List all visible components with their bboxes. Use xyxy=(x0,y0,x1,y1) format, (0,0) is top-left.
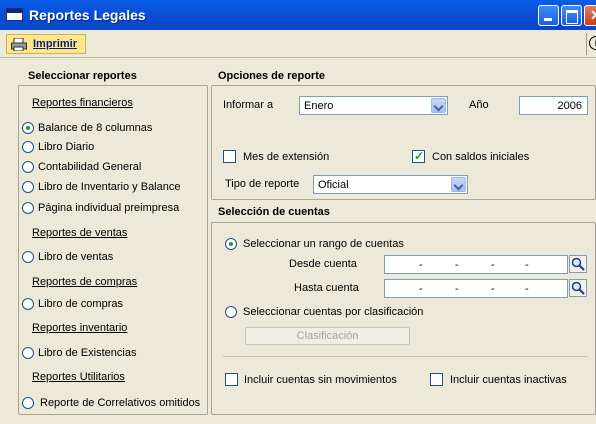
account-classification-label[interactable]: Seleccionar cuentas por clasificación xyxy=(243,306,423,318)
window-app-icon xyxy=(6,8,23,21)
mes-extension-label[interactable]: Mes de extensión xyxy=(243,151,329,163)
to-account-lookup-button[interactable] xyxy=(569,279,587,297)
magnifier-icon xyxy=(571,257,585,271)
radio-libro-diario[interactable] xyxy=(22,141,34,153)
mask-dash: - xyxy=(525,283,529,295)
radio-libro-ventas[interactable] xyxy=(22,251,34,263)
magnifier-icon xyxy=(571,281,585,295)
print-button[interactable]: Imprimir xyxy=(6,34,86,54)
radio-account-classification[interactable] xyxy=(225,306,237,318)
category-sales: Reportes de ventas xyxy=(32,227,128,239)
option-libro-compras[interactable]: Libro de compras xyxy=(38,298,123,310)
option-libro-inventario[interactable]: Libro de Inventario y Balance xyxy=(38,181,180,193)
mask-dash: - xyxy=(525,259,529,271)
option-contabilidad-general[interactable]: Contabilidad General xyxy=(38,161,141,173)
option-libro-diario[interactable]: Libro Diario xyxy=(38,141,94,153)
toolbar: Imprimir i xyxy=(0,30,596,58)
checkbox-saldos-iniciales[interactable] xyxy=(412,149,425,163)
cuentas-inactivas-label[interactable]: Incluir cuentas inactivas xyxy=(450,374,567,386)
radio-account-range[interactable] xyxy=(225,238,237,250)
radio-balance-8-columnas[interactable] xyxy=(22,122,34,134)
radio-pagina-preimpresa[interactable] xyxy=(22,202,34,214)
checkbox-sin-movimientos[interactable] xyxy=(225,373,238,386)
informar-label: Informar a xyxy=(223,99,274,111)
checkbox-cuentas-inactivas[interactable] xyxy=(430,373,443,386)
divider xyxy=(223,356,588,357)
window-title: Reportes Legales xyxy=(29,7,146,23)
option-libro-ventas[interactable]: Libro de ventas xyxy=(38,251,113,263)
printer-icon xyxy=(11,38,27,51)
month-select[interactable]: Enero xyxy=(299,96,448,115)
mask-dash: - xyxy=(419,259,423,271)
category-financial: Reportes financieros xyxy=(32,97,133,109)
mask-dash: - xyxy=(491,259,495,271)
sin-movimientos-label[interactable]: Incluir cuentas sin movimientos xyxy=(244,374,397,386)
option-libro-existencias[interactable]: Libro de Existencias xyxy=(38,347,136,359)
report-options-title: Opciones de reporte xyxy=(218,70,325,82)
print-label: Imprimir xyxy=(33,38,78,50)
from-account-input[interactable]: - - - - xyxy=(384,255,568,274)
close-button[interactable] xyxy=(584,5,596,26)
mask-dash: - xyxy=(491,283,495,295)
report-type-value: Oficial xyxy=(318,179,349,191)
info-icon[interactable]: i xyxy=(589,36,596,50)
chevron-down-icon[interactable] xyxy=(451,177,466,192)
account-selection-title: Selección de cuentas xyxy=(218,206,330,218)
tipo-reporte-label: Tipo de reporte xyxy=(225,178,300,190)
select-reports-title: Seleccionar reportes xyxy=(28,70,137,82)
radio-libro-compras[interactable] xyxy=(22,298,34,310)
radio-libro-existencias[interactable] xyxy=(22,347,34,359)
to-account-input[interactable]: - - - - xyxy=(384,279,568,298)
account-selection-panel xyxy=(211,222,596,415)
option-correlativos-omitidos[interactable]: Reporte de Correlativos omitidos xyxy=(40,397,200,409)
radio-contabilidad-general[interactable] xyxy=(22,161,34,173)
mask-dash: - xyxy=(419,283,423,295)
option-balance-8-columnas[interactable]: Balance de 8 columnas xyxy=(38,122,152,134)
radio-correlativos-omitidos[interactable] xyxy=(22,397,34,409)
mask-dash: - xyxy=(455,259,459,271)
year-label: Año xyxy=(469,99,489,111)
report-type-select[interactable]: Oficial xyxy=(313,175,468,194)
checkbox-mes-extension[interactable] xyxy=(223,150,236,163)
year-input[interactable]: 2006 xyxy=(519,96,588,115)
report-list-panel xyxy=(18,85,208,415)
from-account-lookup-button[interactable] xyxy=(569,255,587,273)
hasta-label: Hasta cuenta xyxy=(294,282,359,294)
title-bar: Reportes Legales xyxy=(0,0,596,30)
classification-button[interactable]: Clasificación xyxy=(245,327,410,345)
category-purchases: Reportes de compras xyxy=(32,276,138,288)
mask-dash: - xyxy=(455,283,459,295)
option-pagina-preimpresa[interactable]: Página individual preimpresa xyxy=(38,202,179,214)
category-inventory: Reportes inventario xyxy=(32,322,128,334)
account-range-label[interactable]: Seleccionar un rango de cuentas xyxy=(243,238,404,250)
month-select-value: Enero xyxy=(304,100,334,112)
chevron-down-icon[interactable] xyxy=(431,98,446,113)
category-utilities: Reportes Utilitarios xyxy=(32,371,125,383)
toolbar-separator xyxy=(586,33,587,55)
radio-libro-inventario[interactable] xyxy=(22,181,34,193)
year-input-value: 2006 xyxy=(557,100,582,112)
desde-label: Desde cuenta xyxy=(289,258,357,270)
saldos-iniciales-label[interactable]: Con saldos iniciales xyxy=(432,151,529,163)
minimize-button[interactable] xyxy=(538,5,559,26)
maximize-button[interactable] xyxy=(561,5,582,26)
